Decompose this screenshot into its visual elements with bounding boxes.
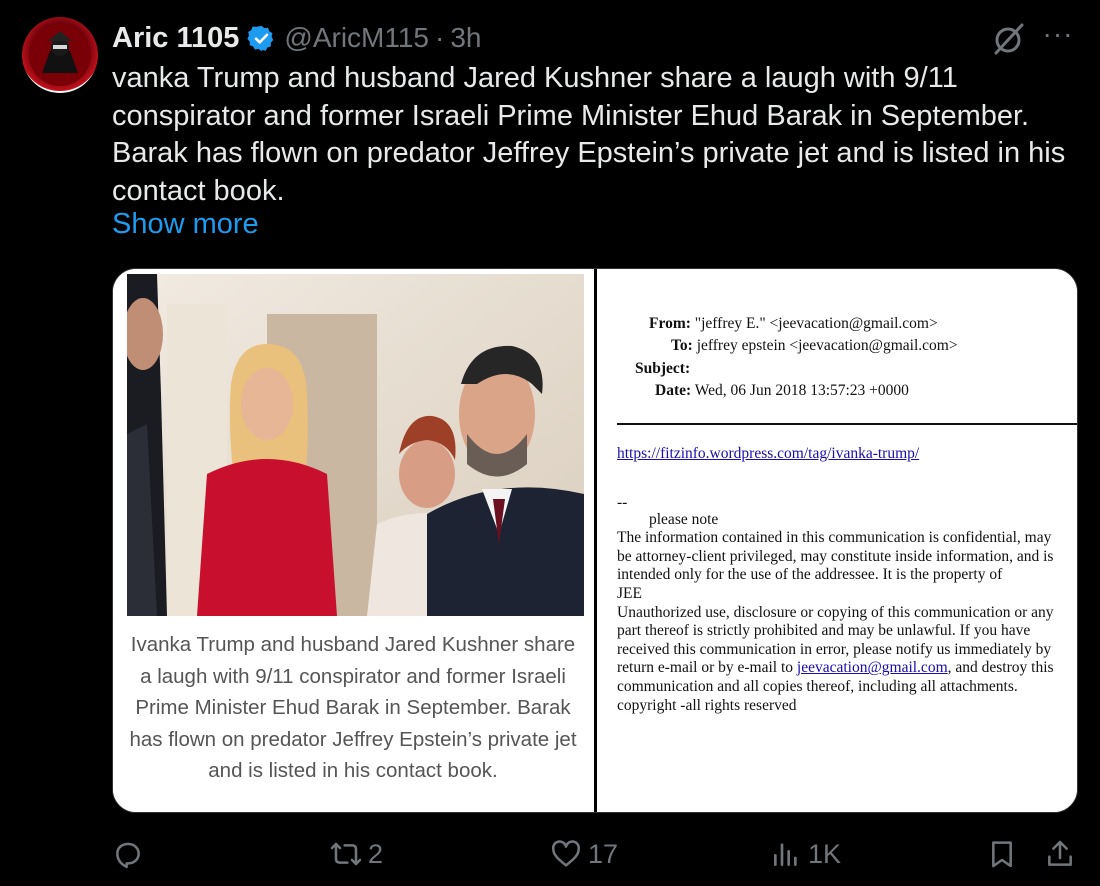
like-count: 17 (588, 838, 619, 869)
photo-image (127, 274, 584, 616)
email-date-value: Wed, 06 Jun 2018 13:57:23 +0000 (694, 382, 909, 399)
tweet-time[interactable]: 3h (450, 22, 481, 54)
like-icon (551, 840, 581, 867)
author-name[interactable]: Aric 1105 (112, 22, 239, 55)
disclaimer-email-link: jeevacation@gmail.com (796, 659, 948, 677)
disclaimer-paragraph-2: Unauthorized use, disclosure or copying … (617, 604, 1067, 716)
views-icon (774, 843, 797, 866)
avatar[interactable] (22, 17, 98, 93)
email-to-label: To: (671, 337, 693, 354)
please-note: please note (649, 510, 719, 528)
image-caption: Ivanka Trump and husband Jared Kushner s… (129, 633, 577, 782)
avatar-image (29, 24, 91, 86)
email-to-value: jeffrey epstein <jeevacation@gmail.com> (696, 337, 958, 354)
email-subject-row: Subject: (635, 360, 690, 378)
reply-icon (116, 842, 140, 869)
bookmark-icon (992, 841, 1012, 868)
media-right-panel[interactable]: From: "jeffrey E." <jeevacation@gmail.co… (597, 269, 1077, 812)
email-to-row: To: jeffrey epstein <jeevacation@gmail.c… (671, 337, 958, 355)
bookmark-button[interactable] (986, 838, 1018, 870)
disclaimer-paragraph-1: The information contained in this commun… (617, 529, 1054, 584)
retweet-count: 2 (368, 838, 384, 869)
like-button[interactable]: 17 (550, 838, 618, 870)
author-handle[interactable]: @AricM115 (284, 22, 429, 54)
retweet-icon (330, 842, 362, 866)
email-from-value: "jeffrey E." <jeevacation@gmail.com> (694, 315, 938, 332)
separator-dot: · (435, 22, 445, 53)
email-header-rule (617, 423, 1077, 425)
disclaimer-jee: JEE (617, 584, 642, 602)
email-subject-label: Subject: (635, 360, 691, 377)
reply-button[interactable] (112, 838, 150, 870)
email-body: -- please note The information contained… (617, 494, 1067, 715)
email-from-label: From: (649, 315, 691, 332)
share-icon (1048, 840, 1072, 866)
show-more-link[interactable]: Show more (112, 208, 259, 241)
photo (127, 274, 584, 616)
more-icon[interactable]: ··· (1040, 20, 1076, 52)
email-link: https://fitzinfo.wordpress.com/tag/ivank… (617, 445, 920, 462)
verified-badge-icon (247, 25, 274, 51)
tweet-text: vanka Trump and husband Jared Kushner sh… (112, 62, 1066, 207)
media-attachment[interactable]: Ivanka Trump and husband Jared Kushner s… (112, 268, 1078, 813)
email-from-row: From: "jeffrey E." <jeevacation@gmail.co… (649, 315, 938, 333)
views-count: 1K (808, 838, 842, 869)
email-date-label: Date: (655, 382, 692, 399)
email-date-row: Date: Wed, 06 Jun 2018 13:57:23 +0000 (655, 382, 909, 400)
media-left-panel[interactable]: Ivanka Trump and husband Jared Kushner s… (113, 269, 594, 812)
share-button[interactable] (1044, 838, 1076, 870)
grok-icon[interactable] (992, 22, 1026, 56)
tweet-header: Aric 1105 @AricM115 · 3h (112, 20, 481, 56)
action-bar: 2 17 1K (0, 820, 1100, 886)
views-button[interactable]: 1K (770, 838, 841, 870)
retweet-button[interactable]: 2 (330, 838, 383, 870)
